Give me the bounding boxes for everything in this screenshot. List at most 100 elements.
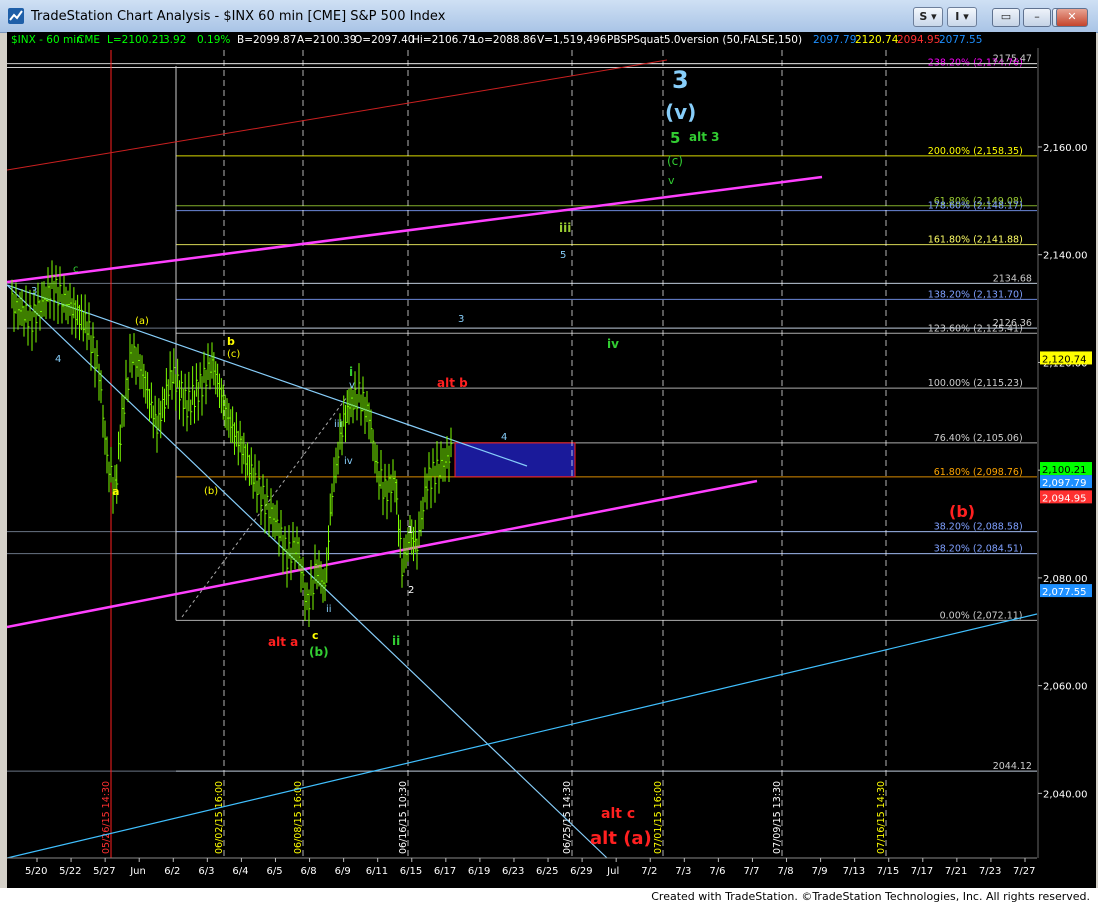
time-tick-label: 5/22	[59, 866, 81, 877]
time-tick-label: 6/15	[400, 866, 422, 877]
fib-level-label: 138.20% (2,131.70)	[928, 289, 1023, 300]
wave-label: c	[312, 629, 319, 642]
wave-label: (c)	[227, 349, 240, 360]
trendline	[6, 175, 823, 284]
time-vline-label: 06/16/15 10:30	[398, 781, 409, 854]
chart-area[interactable]: $INX - 60 min CME L=2100.21 3.92 0.19% B…	[6, 32, 1096, 888]
target-box	[454, 442, 576, 478]
wave-label: 3	[458, 314, 464, 325]
header-ind-v4: 2077.55	[939, 34, 982, 46]
price-tick-label: 2,080.00	[1043, 574, 1088, 585]
time-tick-label: 6/23	[502, 866, 524, 877]
wave-label: 4	[55, 354, 61, 365]
wave-label: v	[349, 380, 355, 391]
wave-label: (c)	[667, 154, 683, 168]
wave-label: b	[227, 335, 235, 348]
wave-label: ii	[326, 604, 332, 615]
wave-label: (a)	[135, 316, 149, 327]
fib-level-label: 2175.47	[993, 54, 1032, 65]
header-open: O=2097.40	[354, 34, 414, 46]
header-last: L=2100.21	[107, 34, 165, 46]
wave-label: 4	[501, 432, 507, 443]
minimize-button[interactable]: –	[1023, 8, 1051, 27]
price-axis: 2,160.002,140.002,120.002,100.002,080.00…	[1037, 48, 1088, 858]
time-axis: 5/20 5/22 5/27 Jun 6/2 6/3 6/4 6/5 6/8 6/9 6/11 6/1…	[7, 857, 1037, 877]
time-tick-label: 6/8	[301, 866, 317, 877]
s-dropdown-button[interactable]: S ▾	[913, 7, 943, 27]
minimize-icon: –	[1034, 10, 1040, 23]
wave-label: alt (a)	[590, 828, 652, 849]
chart-header: $INX - 60 min CME L=2100.21 3.92 0.19% B…	[11, 34, 982, 46]
trendline	[6, 59, 668, 171]
status-bar: Created with TradeStation. ©TradeStation…	[0, 888, 1098, 904]
price-tick-label: 2,160.00	[1043, 143, 1088, 154]
wave-label: i	[349, 365, 353, 379]
time-vline-label: 07/01/15 16:00	[653, 781, 664, 854]
time-tick-label: 7/3	[675, 866, 691, 877]
fib-level-label: 2134.68	[993, 273, 1032, 284]
wave-label: (v)	[665, 100, 696, 124]
header-vol: V=1,519,496	[537, 34, 607, 46]
price-tick-label: 2,040.00	[1043, 789, 1088, 800]
i-dropdown-button[interactable]: I ▾	[947, 7, 977, 27]
fib-levels: 238.20% (2,174.76)2175.47200.00% (2,158.…	[7, 54, 1037, 772]
wave-label: (b)	[949, 502, 975, 521]
copyright-text: Created with TradeStation. ©TradeStation…	[651, 890, 1090, 903]
wave-label: iv	[344, 456, 353, 467]
trendline	[6, 284, 608, 859]
time-tick-label: 5/20	[25, 866, 47, 877]
time-vline-label: 06/08/15 16:00	[293, 781, 304, 854]
time-tick-label: 7/23	[979, 866, 1001, 877]
chevron-down-icon: ▾	[963, 10, 969, 23]
price-tag-label: 2,094.95	[1042, 493, 1087, 504]
price-tag-label: 2,120.74	[1042, 354, 1087, 365]
wave-label: (b)	[204, 486, 218, 497]
time-vline-label: 06/25/15 14:30	[562, 781, 573, 854]
price-tag-label: 2,077.55	[1042, 587, 1087, 598]
wave-label: 3	[31, 286, 37, 297]
close-button[interactable]: ✕	[1056, 8, 1088, 27]
wave-label: v	[668, 174, 675, 187]
fib-level-label: 161.80% (2,141.88)	[928, 235, 1023, 246]
header-pct: 0.19%	[197, 34, 230, 46]
time-tick-label: 6/29	[570, 866, 592, 877]
wave-label: iii	[334, 419, 342, 430]
fib-level-label: 178.60% (2,148.17)	[928, 201, 1023, 212]
header-ind-v3: 2094.95	[897, 34, 940, 46]
time-tick-label: 7/7	[743, 866, 759, 877]
wave-label: 1	[407, 525, 413, 536]
wave-label: alt a	[268, 635, 298, 649]
time-tick-label: 6/4	[232, 866, 248, 877]
time-tick-label: 7/27	[1013, 866, 1035, 877]
fib-level-label: 100.00% (2,115.23)	[928, 378, 1023, 389]
time-tick-label: 7/9	[812, 866, 828, 877]
fib-level-label: 61.80% (2,098.76)	[934, 467, 1023, 478]
header-ind-v2: 2120.74	[855, 34, 899, 46]
chart-svg[interactable]: $INX - 60 min CME L=2100.21 3.92 0.19% B…	[6, 32, 1096, 888]
restore-down-button[interactable]: ▭	[992, 8, 1020, 27]
time-tick-label: 7/17	[911, 866, 933, 877]
time-tick-label: 6/19	[468, 866, 490, 877]
price-bars	[11, 260, 453, 628]
wave-label: ii	[392, 634, 400, 648]
time-tick-label: 6/9	[335, 866, 351, 877]
wave-label: c	[73, 264, 79, 275]
header-indicator: PBSPSquat5.0version (50,FALSE,150)	[607, 34, 802, 46]
wave-label: 2	[408, 585, 414, 596]
time-tick-label: 6/25	[536, 866, 558, 877]
fib-level-label: 2044.12	[993, 761, 1032, 772]
time-vline-label: 07/09/15 13:30	[772, 781, 783, 854]
wave-label: 5	[560, 250, 566, 261]
time-tick-label: 6/11	[366, 866, 388, 877]
time-tick-label: 7/6	[709, 866, 725, 877]
wave-label: alt c	[601, 806, 635, 822]
time-tick-label: 7/15	[877, 866, 899, 877]
price-tags: 2,120.74 2,100.21 2,097.79 2,094.95 2,077.55	[1040, 351, 1092, 598]
time-tick-label: Jun	[129, 866, 146, 877]
time-tick-label: 7/21	[945, 866, 967, 877]
wave-label: 3	[672, 66, 689, 94]
wave-label: a	[112, 485, 119, 498]
fib-level-label: 38.20% (2,088.58)	[934, 522, 1023, 533]
wave-label: iii	[559, 221, 571, 235]
s-label: S	[919, 10, 928, 23]
